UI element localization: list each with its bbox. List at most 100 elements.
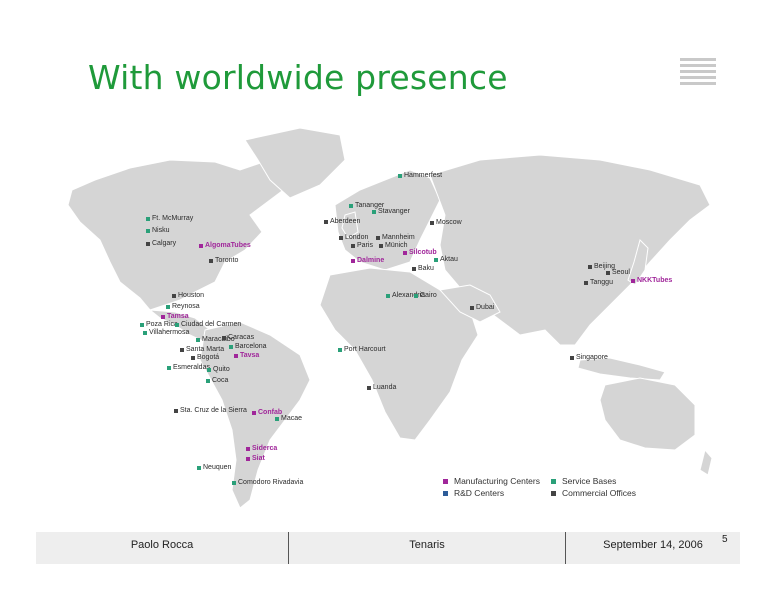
location-label: Quito	[213, 366, 230, 373]
location-label: Toronto	[215, 257, 239, 264]
location-marker	[175, 323, 179, 327]
location-marker	[191, 356, 195, 360]
location-label: London	[345, 234, 369, 241]
location-label: Hammerfest	[404, 172, 443, 179]
location-marker	[146, 217, 150, 221]
location-label: Siderca	[252, 445, 278, 452]
location-label: Luanda	[373, 384, 397, 391]
legend-swatch-service	[551, 479, 556, 485]
location-marker	[246, 457, 250, 461]
location-marker	[434, 258, 438, 262]
world-map	[67, 127, 713, 509]
location-marker	[339, 236, 343, 240]
location-label: Coca	[212, 377, 229, 384]
location-marker	[143, 331, 147, 335]
new-zealand	[699, 448, 713, 476]
location-label: Calgary	[152, 240, 177, 247]
location-marker	[252, 411, 256, 415]
location-marker	[199, 244, 203, 248]
location-marker	[146, 242, 150, 246]
location-label: Münich	[385, 242, 408, 249]
location-marker	[414, 294, 418, 298]
location-label: Nisku	[152, 227, 170, 234]
location-marker	[367, 386, 371, 390]
location-label: AlgomaTubes	[205, 242, 251, 249]
legend-swatch-rd	[443, 491, 448, 497]
location-label: Santa Marta	[186, 346, 225, 353]
location-label: Sta. Cruz de la Sierra	[180, 407, 247, 414]
location-label: Esmeraldas	[173, 364, 210, 371]
location-label: Stavanger	[378, 208, 410, 215]
location-label: Moscow	[436, 219, 462, 226]
location-marker	[196, 338, 200, 342]
location-label: Houston	[178, 292, 205, 299]
location-label: Dubai	[476, 304, 495, 311]
location-marker	[379, 244, 383, 248]
location-marker	[376, 236, 380, 240]
location-marker	[386, 294, 390, 298]
location-label: Aktau	[440, 256, 458, 263]
location-marker	[161, 315, 165, 319]
location-label: Ciudad del Carmen	[181, 321, 242, 328]
location-marker	[588, 265, 592, 269]
location-label: Villahermosa	[149, 329, 190, 336]
location-label: Reynosa	[172, 303, 200, 310]
location-marker	[631, 279, 635, 283]
location-marker	[209, 259, 213, 263]
location-marker	[349, 204, 353, 208]
location-marker	[174, 409, 178, 413]
location-label: Seoul	[612, 269, 630, 276]
location-marker	[146, 229, 150, 233]
legend-swatch-commercial	[551, 491, 556, 497]
location-marker	[324, 220, 328, 224]
location-marker	[584, 281, 588, 285]
page-number: 5	[722, 534, 728, 545]
location-label: Singapore	[576, 354, 608, 361]
location-label: Mannheim	[382, 234, 415, 241]
location-marker	[398, 174, 402, 178]
legend-swatch-manufacturing	[443, 479, 448, 485]
location-label: Tanggu	[590, 279, 613, 286]
location-marker	[232, 481, 236, 485]
footer-bar: Paolo Rocca Tenaris September 14, 2006	[36, 532, 740, 564]
legend-item-rd: R&D Centers	[443, 488, 504, 498]
location-label: Barcelona	[235, 343, 267, 350]
location-marker	[222, 336, 226, 340]
location-label: Aberdeen	[330, 218, 361, 225]
legend-item-commercial: Commercial Offices	[551, 488, 636, 498]
location-marker	[207, 368, 211, 372]
location-marker	[234, 354, 238, 358]
location-label: Ft. McMurray	[152, 215, 194, 222]
location-marker	[246, 447, 250, 451]
location-marker	[606, 271, 610, 275]
location-marker	[140, 323, 144, 327]
location-label: Baku	[418, 265, 434, 272]
location-marker	[229, 345, 233, 349]
location-marker	[403, 251, 407, 255]
legend-item-manufacturing: Manufacturing Centers	[443, 476, 540, 486]
location-marker	[470, 306, 474, 310]
location-label: Caracas	[228, 334, 255, 341]
footer-presenter: Paolo Rocca	[130, 539, 194, 551]
location-label: Poza Rica	[146, 321, 178, 328]
footer-date: September 14, 2006	[603, 539, 703, 551]
location-label: Confab	[258, 409, 283, 416]
location-marker	[180, 348, 184, 352]
location-label: Dalmine	[357, 257, 385, 264]
location-label: Macae	[281, 415, 303, 422]
location-label: Cairo	[420, 292, 437, 299]
location-marker	[412, 267, 416, 271]
location-marker	[351, 244, 355, 248]
location-marker	[206, 379, 210, 383]
location-marker	[338, 348, 342, 352]
location-label: Bogotá	[197, 354, 220, 361]
location-marker	[166, 305, 170, 309]
north-america	[67, 157, 301, 311]
location-marker	[570, 356, 574, 360]
location-label: Port Harcourt	[344, 346, 386, 353]
location-marker	[197, 466, 201, 470]
location-marker	[351, 259, 355, 263]
location-label: NKKTubes	[637, 277, 673, 284]
australia	[599, 377, 696, 451]
location-label: Neuquen	[203, 464, 232, 471]
